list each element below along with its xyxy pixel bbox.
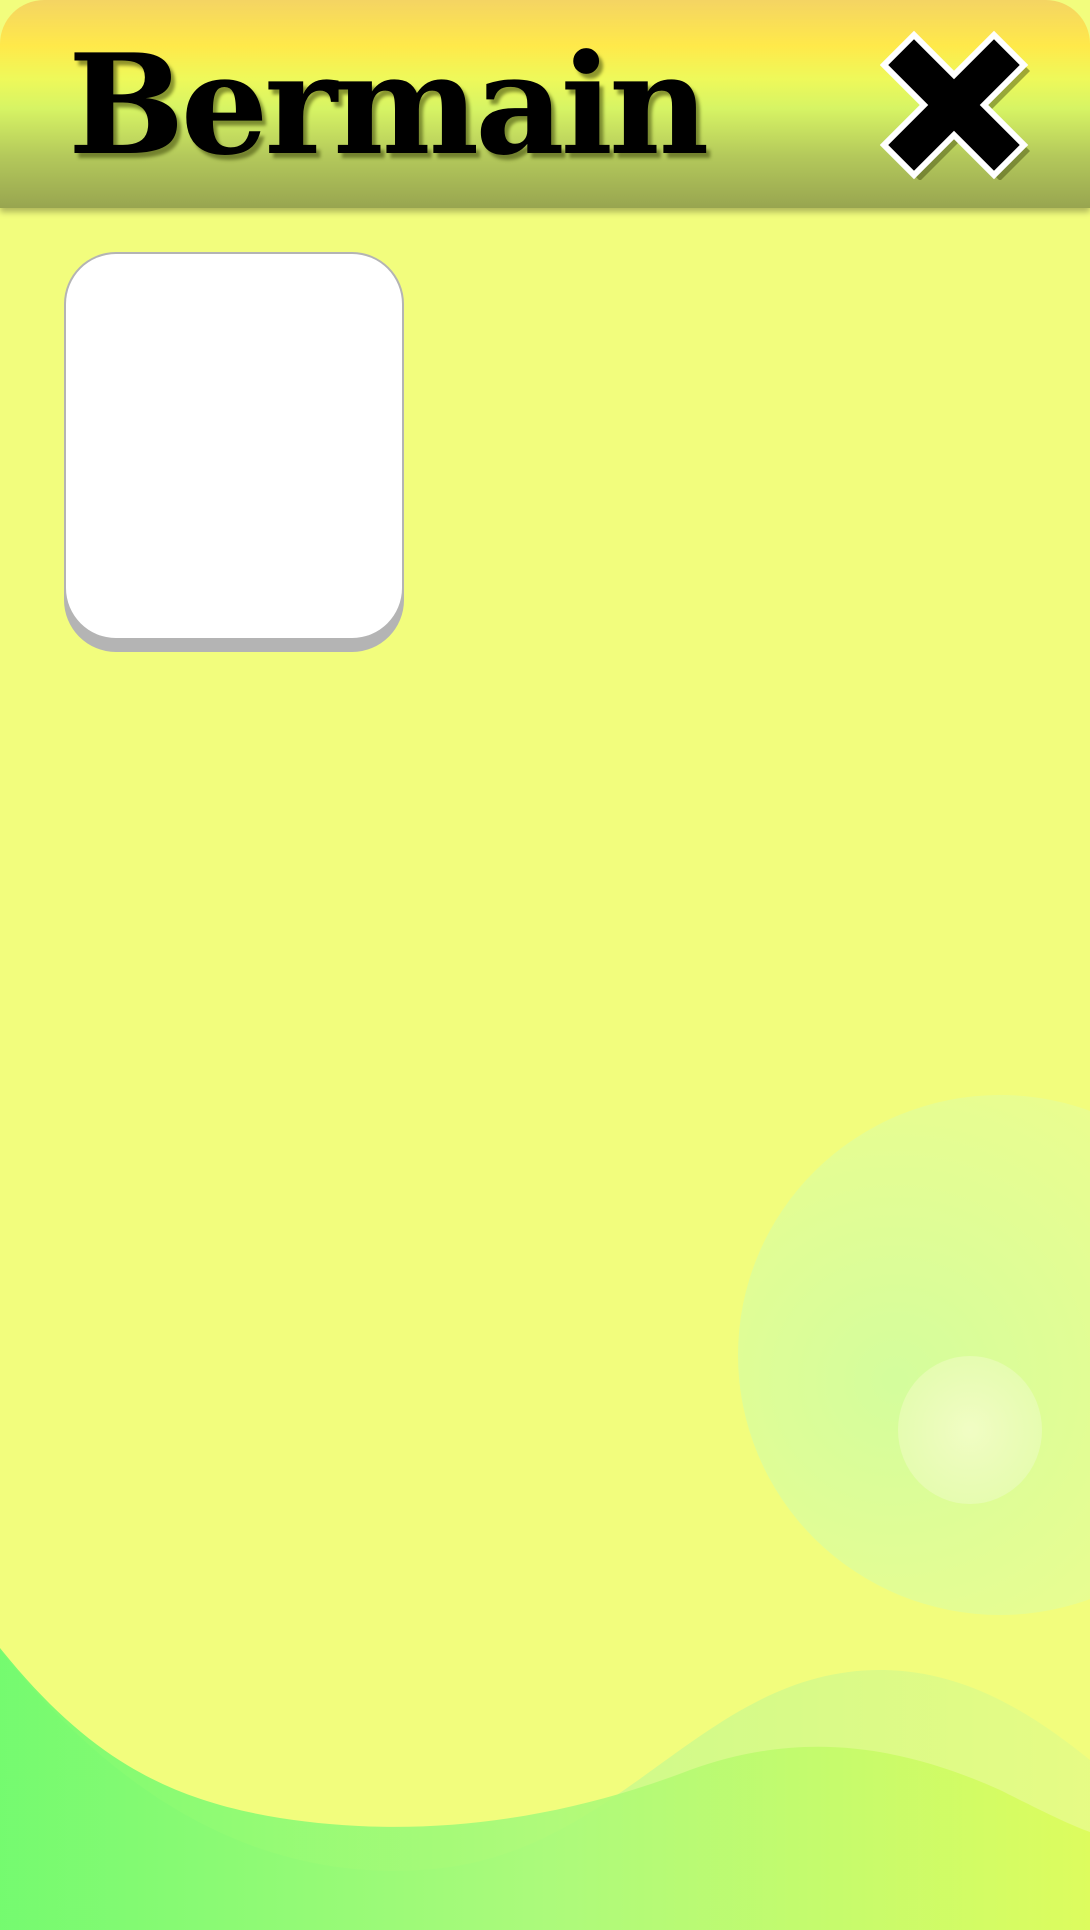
bubble-large <box>738 1095 1090 1615</box>
close-button[interactable] <box>880 30 1030 180</box>
play-dialog: Bermain <box>0 0 1090 1930</box>
play-slot-card[interactable] <box>64 252 404 652</box>
play-slot-card-face <box>66 254 402 638</box>
dialog-header: Bermain <box>0 0 1090 208</box>
bubble-small <box>898 1356 1042 1504</box>
dialog-title: Bermain <box>68 23 709 186</box>
close-x-icon <box>880 30 1030 180</box>
